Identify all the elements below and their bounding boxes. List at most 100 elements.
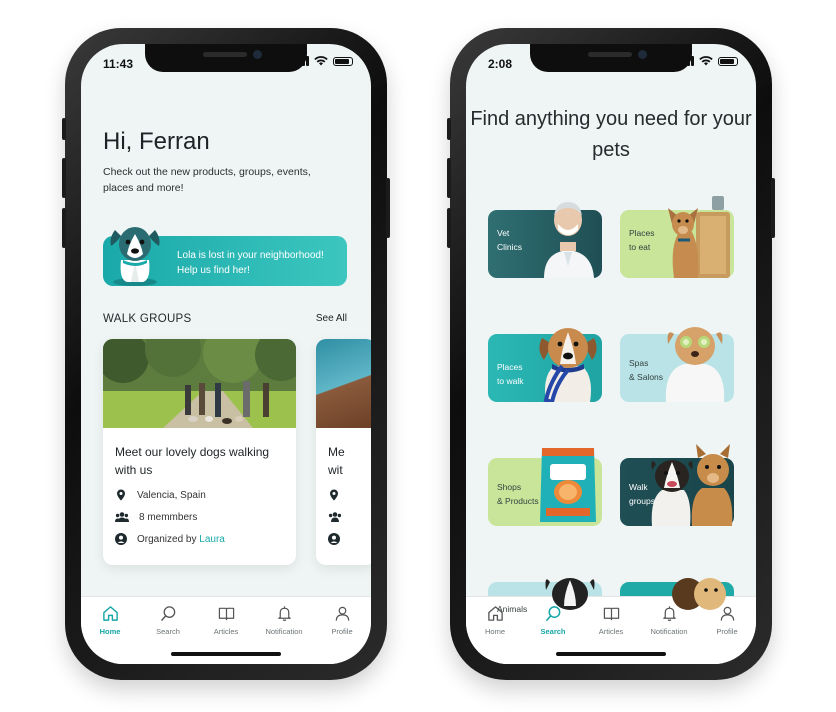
category-shops-products[interactable]: Shops & Products bbox=[488, 448, 602, 526]
search-icon bbox=[160, 606, 175, 621]
home-indicator[interactable] bbox=[171, 652, 281, 656]
category-label-line2: groups bbox=[629, 496, 655, 506]
walk-group-members: 8 memmbers bbox=[115, 511, 197, 523]
notch bbox=[145, 44, 307, 72]
subtitle: Check out the new products, groups, even… bbox=[103, 166, 311, 194]
tab-label: Notification bbox=[265, 627, 303, 636]
location-text: Valencia, Spain bbox=[137, 489, 206, 501]
book-icon bbox=[218, 607, 234, 621]
location-pin-icon bbox=[117, 489, 125, 501]
lost-pet-text: Lola is lost in your neighborhood! Help … bbox=[177, 248, 324, 278]
walk-group-photo bbox=[103, 339, 296, 428]
user-icon bbox=[335, 606, 349, 621]
category-label: Spas & Salons bbox=[629, 356, 663, 384]
volume-down-button bbox=[62, 208, 66, 248]
status-time: 2:08 bbox=[488, 57, 513, 71]
user-circle-icon bbox=[115, 533, 127, 545]
battery-icon bbox=[718, 56, 738, 66]
category-label: Places to walk bbox=[497, 360, 523, 388]
greeting: Hi, Ferran bbox=[103, 128, 210, 155]
walk-group-title-partial: Me wit bbox=[328, 443, 345, 479]
home-screen: 11:43 Hi, Ferran Check out the new produ… bbox=[81, 44, 371, 664]
category-spas-salons[interactable]: Spas & Salons bbox=[620, 327, 734, 402]
tab-label: Search bbox=[540, 627, 566, 636]
organizer-link[interactable]: Laura bbox=[199, 534, 225, 545]
dog-with-leash-photo bbox=[539, 328, 597, 402]
notch bbox=[530, 44, 692, 72]
pet-food-bag-photo bbox=[540, 448, 596, 522]
volume-down-button bbox=[447, 208, 451, 248]
category-vet-clinics[interactable]: Vet Clinics bbox=[488, 202, 602, 278]
category-label: Vet Clinics bbox=[497, 226, 522, 254]
walk-group-photo-partial bbox=[316, 339, 371, 428]
members-text: 8 memmbers bbox=[139, 511, 198, 523]
tab-label: Home bbox=[99, 627, 121, 636]
park-walk-image bbox=[103, 339, 296, 428]
category-label-line2: & Salons bbox=[629, 372, 664, 382]
category-places-to-walk[interactable]: Places to walk bbox=[488, 328, 602, 402]
lost-pet-line1: Lola is lost in your neighborhood! bbox=[177, 250, 324, 261]
category-walk-groups[interactable]: Walk groups bbox=[620, 444, 734, 526]
book-icon bbox=[603, 607, 619, 621]
category-label: Walk groups bbox=[629, 480, 655, 508]
category-label-line2: & Products bbox=[497, 496, 539, 506]
partial-title-line1: Me bbox=[328, 445, 345, 459]
phone-home: 11:43 Hi, Ferran Check out the new produ… bbox=[62, 28, 390, 680]
walk-group-card-partial[interactable]: Me wit bbox=[316, 339, 371, 565]
wifi-icon bbox=[699, 56, 713, 66]
walk-group-organizer: Organized by Laura bbox=[115, 533, 225, 545]
dog-illustration-icon bbox=[110, 227, 160, 286]
dog-eating-photo bbox=[668, 196, 730, 278]
page-title: Find anything you need for your pets bbox=[470, 108, 752, 161]
dog-spa-photo bbox=[665, 327, 725, 402]
power-button bbox=[771, 178, 775, 238]
category-label-line2: Clinics bbox=[497, 242, 523, 252]
category-places-to-eat[interactable]: Places to eat bbox=[620, 196, 734, 278]
tab-label: Profile bbox=[716, 627, 738, 636]
walk-group-card[interactable]: Meet our lovely dogs walking with us Val… bbox=[103, 339, 296, 565]
volume-up-button bbox=[62, 158, 66, 198]
two-dogs-photo bbox=[651, 444, 733, 526]
see-all-link[interactable]: See All bbox=[316, 313, 347, 324]
category-label-line1: Places bbox=[629, 228, 655, 238]
tab-profile[interactable]: Profile bbox=[314, 605, 370, 664]
status-time: 11:43 bbox=[103, 57, 134, 71]
category-label-line2: to eat bbox=[629, 242, 651, 252]
group-icon bbox=[115, 512, 129, 522]
category-label: Animals bbox=[497, 604, 528, 614]
tab-home[interactable]: Home bbox=[82, 605, 138, 664]
search-screen: 2:08 Find anything you need for your pet… bbox=[466, 44, 756, 664]
category-label-line1: Spas bbox=[629, 358, 649, 368]
tab-label: Articles bbox=[213, 627, 239, 636]
phone-search: 2:08 Find anything you need for your pet… bbox=[447, 28, 775, 680]
tab-label: Profile bbox=[331, 627, 353, 636]
home-indicator[interactable] bbox=[556, 652, 666, 656]
tab-label: Notification bbox=[650, 627, 688, 636]
battery-icon bbox=[333, 56, 353, 66]
mute-switch bbox=[62, 118, 66, 140]
organizer-prefix: Organized by bbox=[137, 533, 197, 545]
category-label-line1: Vet bbox=[497, 228, 510, 238]
mute-switch bbox=[447, 118, 451, 140]
tab-label: Articles bbox=[598, 627, 624, 636]
lost-pet-banner[interactable]: Lola is lost in your neighborhood! Help … bbox=[103, 227, 347, 286]
tab-label: Search bbox=[156, 627, 180, 636]
tab-profile[interactable]: Profile bbox=[699, 605, 755, 664]
dogs-photo bbox=[672, 578, 726, 610]
category-label-line2: to walk bbox=[497, 376, 524, 386]
group-icon bbox=[328, 512, 342, 522]
wifi-icon bbox=[314, 56, 328, 66]
category-label-line1: Places bbox=[497, 362, 523, 372]
power-button bbox=[386, 178, 390, 238]
home-icon bbox=[102, 606, 118, 621]
category-label-line1: Shops bbox=[497, 482, 522, 492]
dog-photo bbox=[545, 578, 595, 610]
walk-group-title: Meet our lovely dogs walking with us bbox=[115, 445, 270, 477]
walk-groups-heading: WALK GROUPS bbox=[103, 313, 192, 325]
user-circle-icon bbox=[328, 533, 340, 545]
location-pin-icon bbox=[330, 489, 338, 501]
category-label: Shops & Products bbox=[497, 480, 539, 508]
volume-up-button bbox=[447, 158, 451, 198]
tab-label: Home bbox=[484, 627, 505, 636]
bell-icon bbox=[277, 606, 291, 621]
